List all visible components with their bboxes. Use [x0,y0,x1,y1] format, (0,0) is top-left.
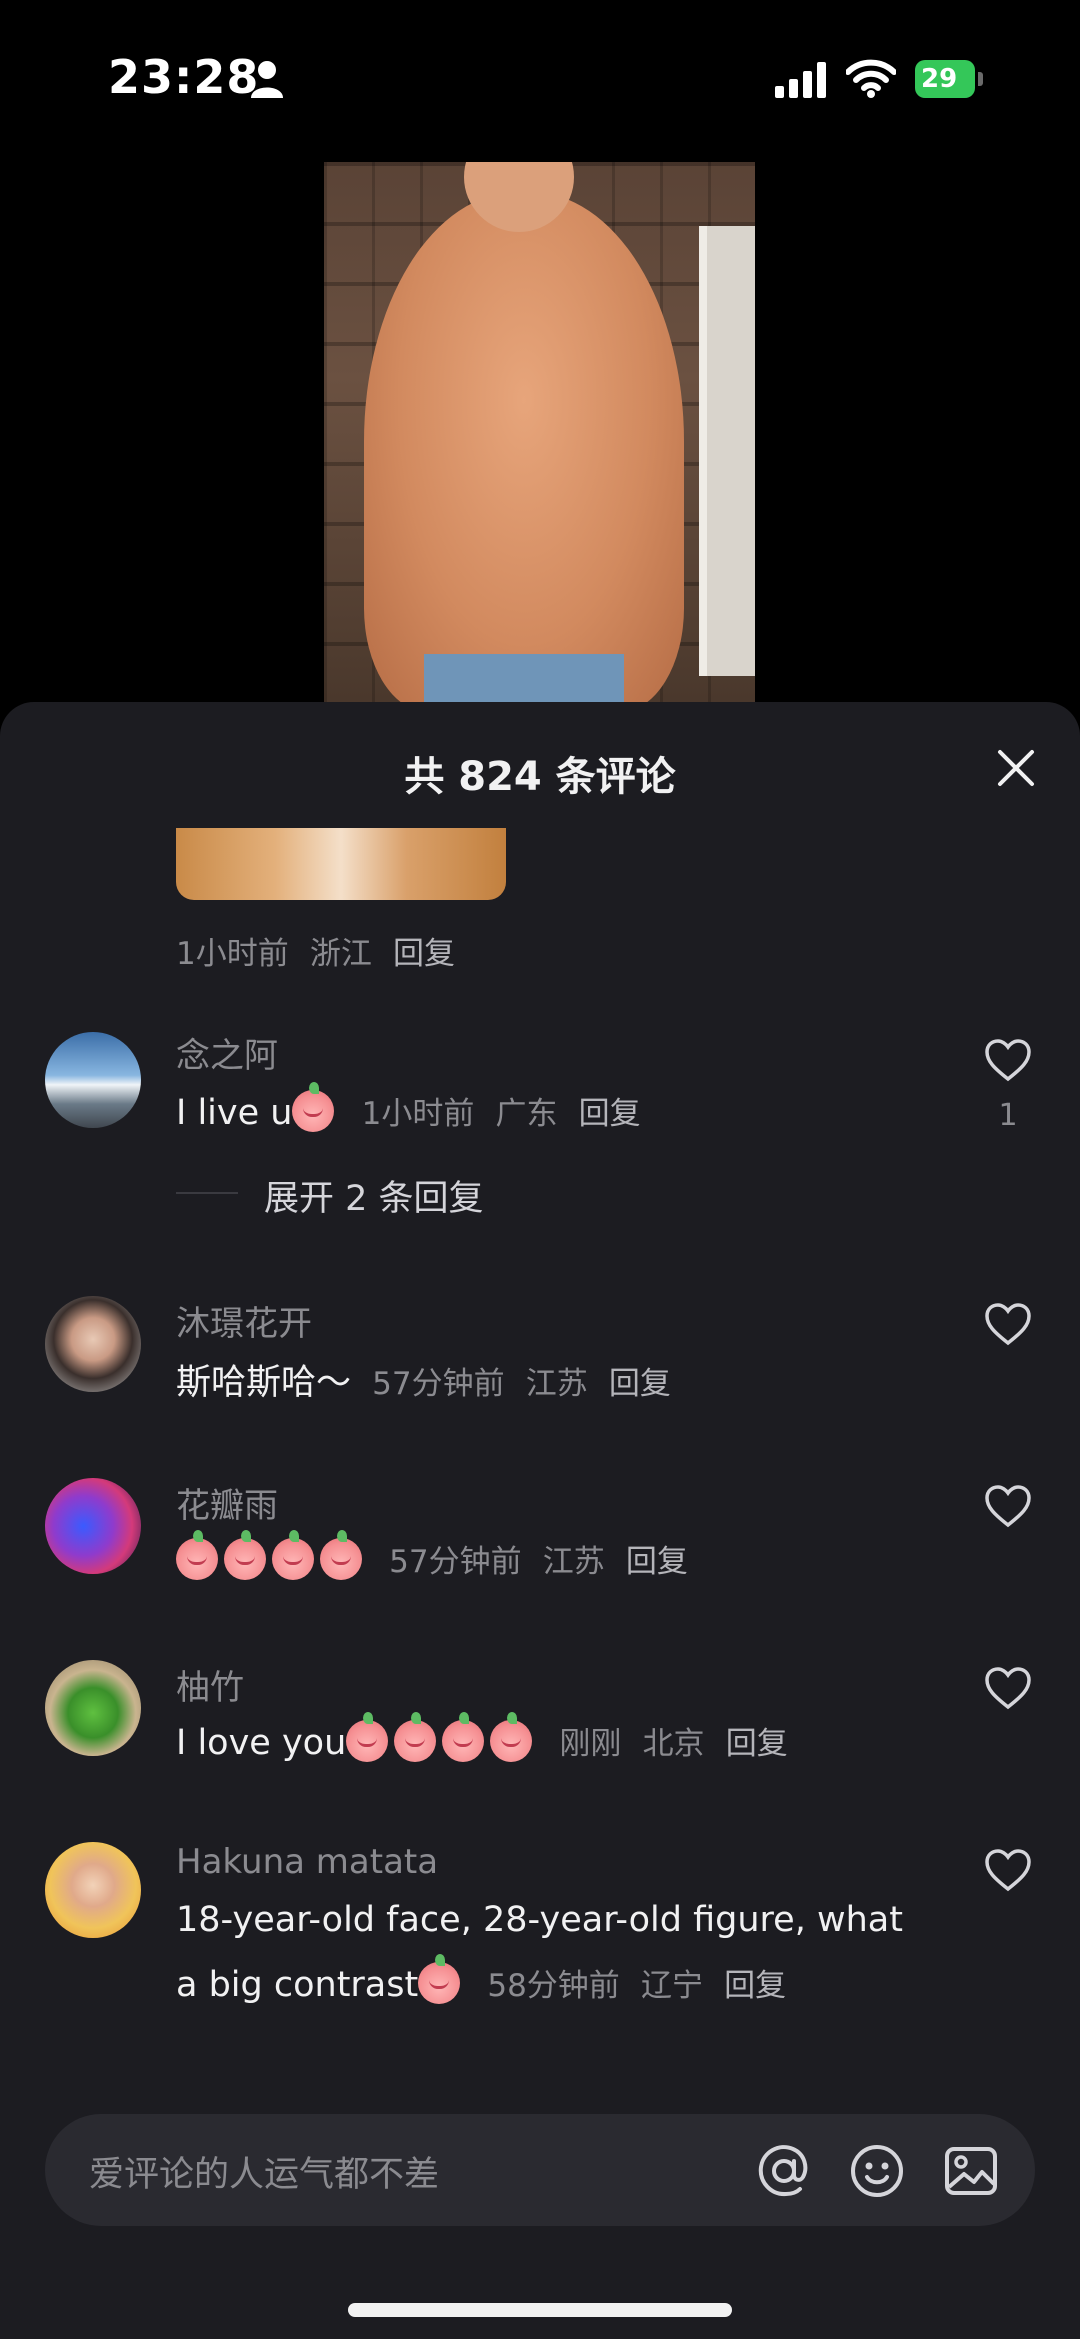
status-bar: 23:28 29 [0,0,1080,160]
avatar[interactable] [45,1478,141,1574]
peach-emoji-icon [224,1530,266,1580]
reply-button[interactable]: 回复 [609,1366,671,1402]
emoji-icon[interactable] [848,2142,906,2200]
peach-emoji-icon [176,1530,218,1580]
comments-sheet: 共 824 条评论 1小时前 浙江 回复 念之阿 I live u 1小时前 广… [0,702,1080,2339]
video-preview[interactable] [324,162,755,702]
heart-icon[interactable] [984,1666,1032,1710]
comment-input-placeholder: 爱评论的人运气都不差 [89,2155,440,2195]
heart-icon[interactable] [984,1302,1032,1346]
comment-text: 57分钟前 江苏 回复 [176,1530,688,1581]
reply-button[interactable]: 回复 [724,1968,786,2004]
person-icon [251,61,283,98]
reply-button[interactable]: 回复 [626,1544,688,1580]
like-count: 1 [998,1098,1018,1133]
battery-level: 29 [915,60,975,98]
comment-text: I live u 1小时前 广东 回复 [176,1082,641,1133]
comment-text-line-1: 18-year-old face, 28-year-old figure, wh… [176,1900,903,1940]
comment-text: I love you 刚刚 北京 回复 [176,1712,788,1763]
comment-username[interactable]: 念之阿 [176,1028,278,1077]
heart-icon[interactable] [984,1038,1032,1082]
comments-count-title: 共 824 条评论 [404,754,676,800]
peach-emoji-icon [394,1712,437,1762]
peach-emoji-icon [292,1082,335,1132]
avatar[interactable] [45,1032,141,1128]
home-indicator[interactable] [348,2303,732,2317]
avatar[interactable] [45,1842,141,1938]
avatar[interactable] [45,1660,141,1756]
peach-emoji-icon [490,1712,533,1762]
peach-emoji-icon [442,1712,485,1762]
comment-username[interactable]: Hakuna matata [176,1842,438,1882]
comment-text: 斯哈斯哈～ 57分钟前 江苏 回复 [176,1363,671,1403]
close-icon[interactable] [994,746,1038,790]
avatar[interactable] [45,1296,141,1392]
comment-username[interactable]: 花瓣雨 [176,1478,278,1527]
heart-icon[interactable] [984,1484,1032,1528]
status-time: 23:28 [108,50,260,104]
peach-emoji-icon [320,1530,362,1580]
comment-meta: 1小时前 浙江 回复 [176,936,456,972]
cellular-signal-icon [775,62,826,98]
comment-text-line-2: a big contrast 58分钟前 辽宁 回复 [176,1954,786,2005]
peach-emoji-icon [272,1530,314,1580]
battery-indicator: 29 [915,60,985,98]
comment-username[interactable]: 柚竹 [176,1660,244,1709]
reply-button[interactable]: 回复 [726,1726,788,1762]
reply-button[interactable]: 回复 [393,936,455,972]
image-icon[interactable] [942,2142,1000,2200]
comment-image-thumbnail[interactable] [176,828,506,900]
expand-replies-button[interactable]: 展开 2 条回复 [264,1170,484,1221]
peach-emoji-icon [346,1712,389,1762]
comment-username[interactable]: 沐璟花开 [176,1296,312,1345]
heart-icon[interactable] [984,1848,1032,1892]
peach-emoji-icon [418,1954,461,2004]
comment-input[interactable]: 爱评论的人运气都不差 [45,2114,1035,2226]
wifi-icon [846,59,896,98]
reply-button[interactable]: 回复 [579,1096,641,1132]
mention-icon[interactable] [755,2142,813,2200]
